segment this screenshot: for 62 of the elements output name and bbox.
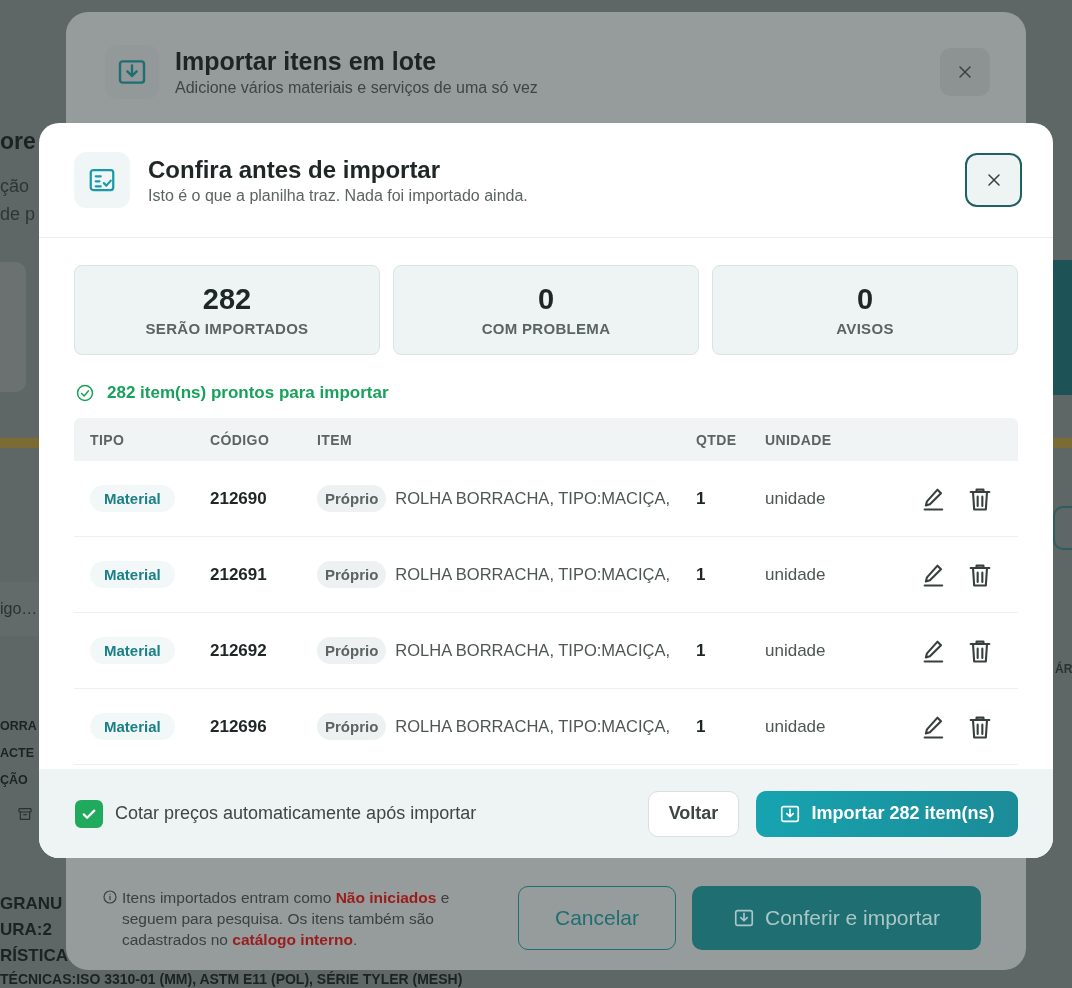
type-tag: Material bbox=[90, 561, 175, 588]
status-message: 282 item(ns) prontos para importar bbox=[107, 383, 389, 403]
table-cell-text: 212690 bbox=[210, 488, 268, 509]
import-button[interactable]: Importar 282 item(ns) bbox=[756, 790, 1018, 837]
table-cell: ROLHA BORRACHA, TIPO:MACIÇA, bbox=[395, 565, 671, 584]
column-header: QTDE bbox=[696, 431, 738, 448]
item-description: RÍSTICA bbox=[0, 946, 68, 966]
confirm-import-button[interactable]: Conferir e importar bbox=[692, 886, 981, 950]
table-cell-text: unidade bbox=[765, 716, 827, 737]
column-header: ITEM bbox=[317, 431, 354, 448]
check-circle-icon bbox=[75, 383, 95, 403]
item-description: GRANU bbox=[0, 894, 63, 914]
table-cell-text: unidade bbox=[765, 564, 827, 585]
cancel-button[interactable]: Cancelar bbox=[518, 886, 676, 950]
table-cell-text: unidade bbox=[765, 640, 827, 661]
stat-label: SERÃO IMPORTADOS bbox=[145, 320, 309, 337]
item-name: ÇÃO bbox=[0, 773, 28, 787]
page-title: ore bbox=[0, 128, 36, 155]
table-cell-text: 1 bbox=[696, 640, 707, 661]
source-tag: Próprio bbox=[317, 485, 387, 512]
source-tag: Próprio bbox=[317, 637, 387, 664]
dialog-title: Importar itens em lote bbox=[175, 47, 438, 76]
archive-icon bbox=[17, 806, 33, 822]
column-header: TIPO bbox=[89, 431, 126, 448]
stat-label: COM PROBLEMA bbox=[481, 320, 611, 337]
checkbox-label: Cotar preços automaticamente após importar bbox=[115, 803, 477, 824]
table-cell: ROLHA BORRACHA, TIPO:MACIÇA, bbox=[395, 641, 671, 660]
table-cell-text: 212692 bbox=[210, 640, 268, 661]
item-description: TÉCNICAS:ISO 3310-01 (MM), ASTM E11 (POL), SÉRIE TYLER (MESH) bbox=[0, 971, 463, 987]
type-tag: Material bbox=[90, 713, 175, 740]
stat-value: 282 bbox=[202, 283, 252, 316]
info-icon bbox=[102, 888, 118, 905]
stat-value: 0 bbox=[537, 283, 555, 316]
import-icon bbox=[732, 907, 755, 929]
table-cell-text: 1 bbox=[696, 564, 707, 585]
item-name: ACTE bbox=[0, 746, 35, 760]
type-tag: Material bbox=[90, 485, 175, 512]
dialog-subtitle: Adicione vários materiais e serviços de uma só vez bbox=[175, 79, 539, 97]
column-header: CÓDIGO bbox=[210, 431, 271, 448]
checkbox[interactable] bbox=[75, 799, 103, 828]
type-tag: Material bbox=[90, 637, 175, 664]
table-cell-text: 1 bbox=[696, 488, 707, 509]
item-description: URA:2 bbox=[0, 920, 52, 940]
table-cell: ROLHA BORRACHA, TIPO:MACIÇA, bbox=[395, 717, 671, 736]
column-header: UNIDADE bbox=[765, 431, 833, 448]
table-cell-text: 212696 bbox=[210, 716, 268, 737]
table-cell: ROLHA BORRACHA, TIPO:MACIÇA, bbox=[395, 489, 671, 508]
source-tag: Próprio bbox=[317, 713, 387, 740]
info-note: Itens importados entram como Não iniciados e seguem para pesquisa. Os itens também são cadastrados no catálogo interno. bbox=[122, 887, 451, 950]
stat-label: AVISOS bbox=[836, 320, 894, 337]
table-cell-text: 212691 bbox=[210, 564, 268, 585]
dialog-subtitle: Isto é o que a planilha traz. Nada foi importado ainda. bbox=[148, 186, 529, 205]
accent-strip bbox=[0, 438, 39, 448]
close-button[interactable] bbox=[965, 153, 1022, 207]
table-cell-text: 1 bbox=[696, 716, 707, 737]
back-button[interactable]: Voltar bbox=[648, 790, 739, 837]
stat-value: 0 bbox=[856, 283, 874, 316]
item-name: ORRA bbox=[0, 719, 37, 733]
search-field[interactable]: igo… bbox=[0, 582, 39, 636]
dialog-title: Confira antes de importar bbox=[148, 155, 442, 184]
source-tag: Próprio bbox=[317, 561, 387, 588]
table-cell-text: unidade bbox=[765, 488, 827, 509]
